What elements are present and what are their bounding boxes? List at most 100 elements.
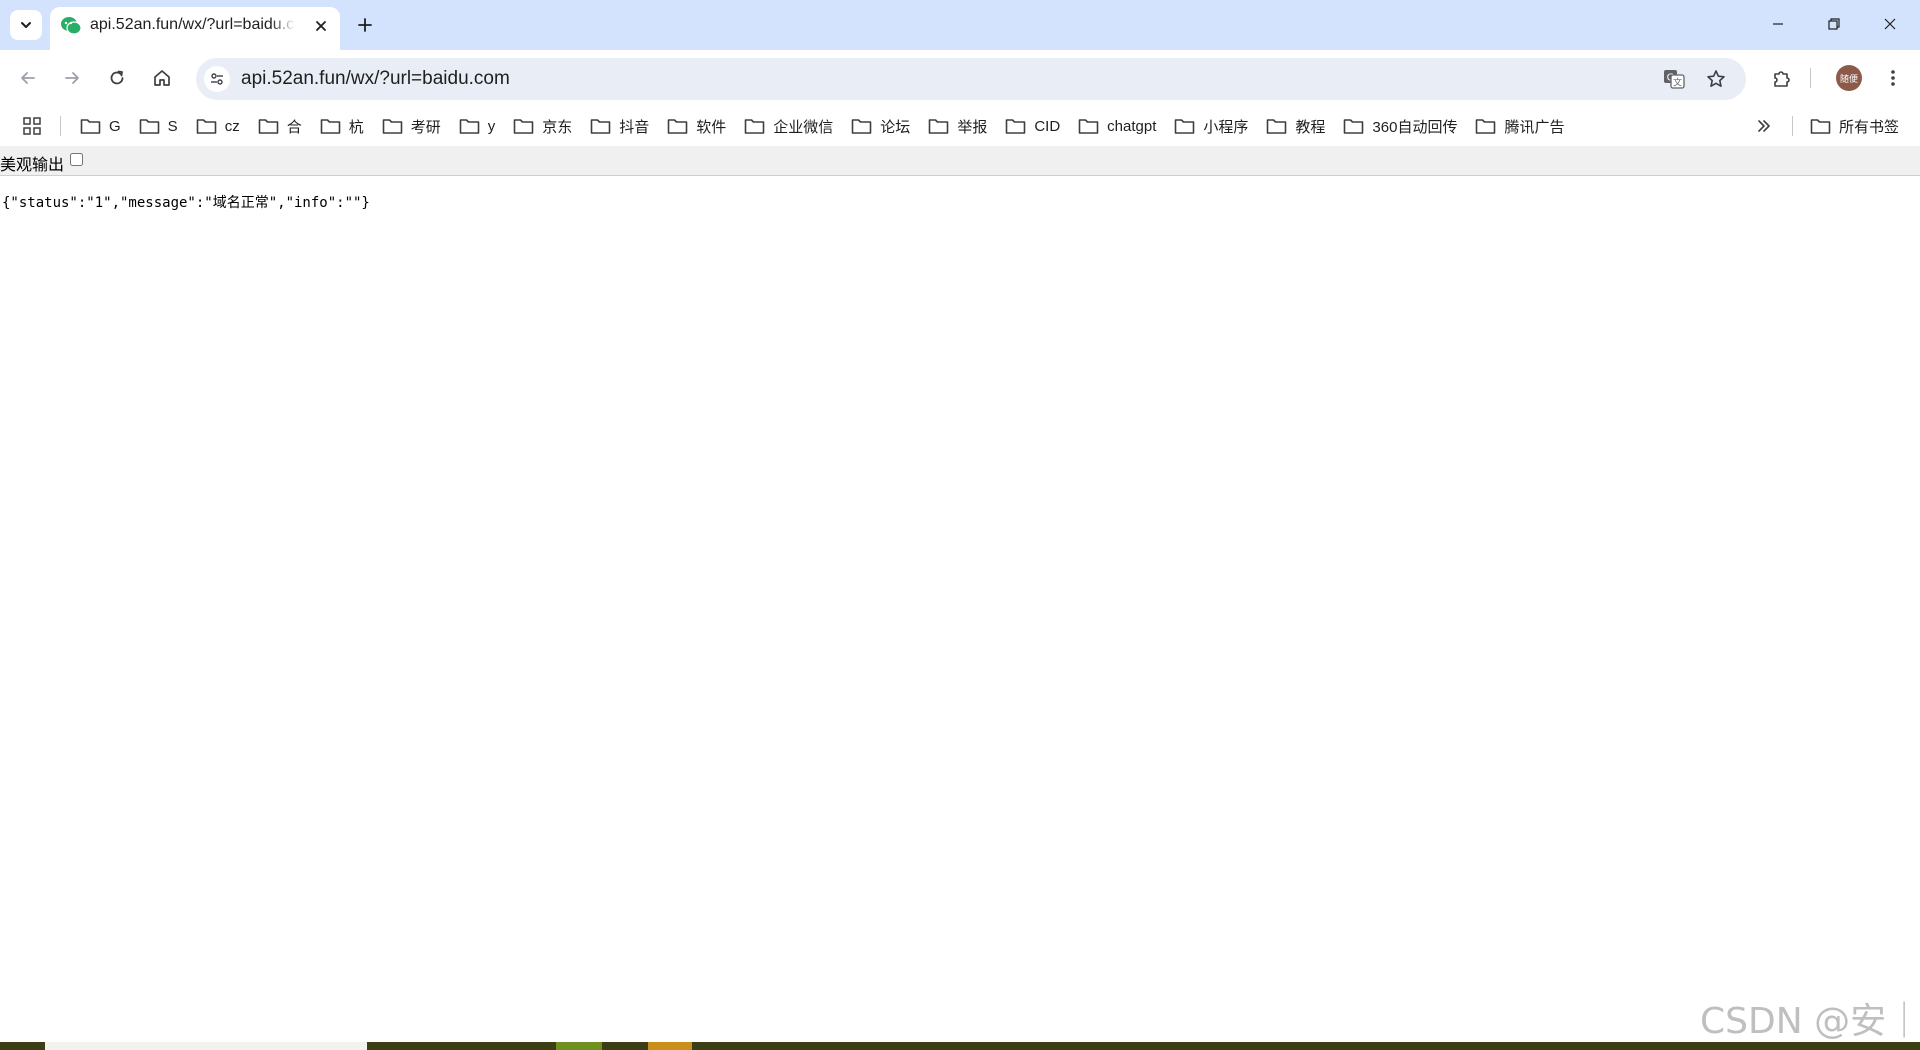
- folder-icon: [851, 119, 872, 134]
- bookmark-folder[interactable]: chatgpt: [1078, 110, 1156, 142]
- folder-icon: [590, 119, 611, 134]
- json-response-text: {"status":"1","message":"域名正常","info":""…: [2, 195, 370, 211]
- translate-button[interactable]: G 文: [1662, 67, 1686, 91]
- bookmark-folder-label: 小程序: [1203, 118, 1249, 136]
- tab-search-button[interactable]: [10, 10, 42, 40]
- bookmark-folder-label: 论坛: [880, 118, 911, 136]
- folder-icon: [320, 119, 341, 134]
- minimize-icon: [1773, 23, 1783, 25]
- bookmark-folder-label: G: [109, 117, 121, 135]
- folder-icon: [80, 119, 101, 134]
- toolbar-divider: [1810, 68, 1811, 88]
- url-text[interactable]: api.52an.fun/wx/?url=baidu.com: [241, 68, 510, 90]
- bookmark-folder-label: 腾讯广告: [1504, 118, 1565, 136]
- bookmark-folder[interactable]: 举报: [928, 110, 987, 142]
- bookmark-folder-label: 教程: [1295, 118, 1326, 136]
- bookmark-folder-label: 考研: [410, 118, 441, 136]
- more-vert-icon: [1891, 70, 1895, 86]
- bookmark-folder-label: 京东: [542, 118, 573, 136]
- close-window-button[interactable]: [1868, 8, 1912, 40]
- plus-icon: [358, 18, 372, 32]
- bookmark-folder[interactable]: 论坛: [851, 110, 910, 142]
- tab-title: api.52an.fun/wx/?url=baidu.com: [90, 16, 295, 33]
- arrow-right-icon: [65, 72, 79, 84]
- svg-text:文: 文: [1673, 77, 1682, 89]
- bookmark-folder[interactable]: 教程: [1266, 110, 1325, 142]
- bookmark-folder[interactable]: 考研: [382, 110, 441, 142]
- folder-icon: [1006, 119, 1026, 134]
- bookmark-folder-label: y: [487, 117, 496, 135]
- address-bar[interactable]: api.52an.fun/wx/?url=baidu.com G 文: [196, 58, 1746, 100]
- bookmark-folder-label: 杭: [348, 118, 364, 136]
- bookmark-folder[interactable]: 企业微信: [744, 110, 833, 142]
- profile-avatar[interactable]: 随便: [1836, 65, 1862, 91]
- bookmark-star-button[interactable]: [1704, 67, 1728, 91]
- new-tab-button[interactable]: [352, 12, 378, 38]
- menu-button[interactable]: [1879, 64, 1907, 92]
- bookmark-folder-label: 企业微信: [773, 118, 834, 136]
- pretty-print-bar: 美观输出: [0, 146, 1920, 176]
- bookmark-folder[interactable]: 腾讯广告: [1475, 110, 1564, 142]
- restore-button[interactable]: [1812, 8, 1856, 40]
- bookmark-folder[interactable]: G: [80, 110, 121, 142]
- star-icon: [1707, 70, 1725, 87]
- more-bookmarks-button[interactable]: [1752, 114, 1776, 138]
- browser-window: api.52an.fun/wx/?url=baidu.com api.52an.…: [0, 0, 1920, 1050]
- folder-icon: [139, 119, 159, 134]
- folder-icon: [459, 119, 480, 134]
- apps-grid-icon: [23, 117, 41, 135]
- chevron-down-icon: [21, 22, 31, 28]
- extensions-button[interactable]: [1768, 64, 1796, 92]
- all-bookmarks-button[interactable]: 所有书签: [1810, 110, 1899, 142]
- page-content: 美观输出 {"status":"1","message":"域名正常","inf…: [0, 146, 1920, 1042]
- minimize-button[interactable]: [1756, 8, 1800, 40]
- bookmark-folder[interactable]: 360自动回传: [1343, 110, 1457, 142]
- folder-icon: [744, 119, 765, 134]
- home-button[interactable]: [148, 64, 176, 92]
- folder-icon: [1175, 119, 1195, 134]
- bookmark-folder[interactable]: 杭: [320, 110, 364, 142]
- bookmark-folder[interactable]: 小程序: [1174, 110, 1248, 142]
- pretty-print-checkbox[interactable]: [70, 153, 83, 166]
- taskbar-segment: [648, 1042, 692, 1050]
- site-info-button[interactable]: [204, 66, 230, 92]
- all-bookmarks-label: 所有书签: [1839, 118, 1900, 136]
- folder-icon: [258, 119, 278, 134]
- bookmark-folder[interactable]: cz: [196, 110, 240, 142]
- taskbar-strip: [0, 1042, 1920, 1050]
- bookmark-folder[interactable]: S: [139, 110, 178, 142]
- wechat-icon: [61, 17, 82, 35]
- bookmark-folder-list: G Scz 合 杭 考研 y 京东 抖音 软件 企业微信 论坛 举报 CID chatgpt 小程序 教程 36…: [80, 106, 1564, 146]
- bookmark-folder-label: 抖音: [619, 118, 650, 136]
- close-window-icon: [1884, 18, 1896, 30]
- apps-button[interactable]: [20, 114, 44, 138]
- close-icon[interactable]: [312, 17, 330, 35]
- bookmark-folder-label: 软件: [696, 118, 727, 136]
- bookmark-folder-label: 360自动回传: [1372, 118, 1458, 136]
- bookmark-folder-label: cz: [224, 117, 240, 135]
- bookmark-folder[interactable]: y: [459, 110, 496, 142]
- bookmark-folder[interactable]: CID: [1005, 110, 1060, 142]
- folder-icon: [196, 119, 216, 134]
- reload-icon: [110, 70, 124, 85]
- arrow-left-icon: [21, 72, 35, 84]
- bookmarks-bar: G Scz 合 杭 考研 y 京东 抖音 软件 企业微信 论坛 举报 CID chatgpt 小程序 教程 36…: [0, 106, 1920, 146]
- bookmark-folder-label: S: [167, 117, 178, 135]
- bookmarks-divider-right: [1792, 116, 1793, 136]
- taskbar-segment: [45, 1042, 367, 1050]
- reload-button[interactable]: [103, 64, 131, 92]
- translate-icon: G 文: [1664, 70, 1685, 89]
- back-button[interactable]: [14, 64, 42, 92]
- restore-icon: [1828, 18, 1840, 30]
- bookmark-folder[interactable]: 合: [258, 110, 302, 142]
- folder-icon: [1476, 119, 1496, 134]
- folder-icon: [1344, 119, 1364, 134]
- folder-icon: [513, 119, 534, 134]
- active-tab[interactable]: api.52an.fun/wx/?url=baidu.com: [50, 7, 340, 50]
- navigation-toolbar: api.52an.fun/wx/?url=baidu.com G 文: [0, 50, 1920, 106]
- bookmark-folder[interactable]: 软件: [667, 110, 726, 142]
- folder-icon: [1267, 119, 1287, 134]
- bookmark-folder[interactable]: 抖音: [590, 110, 649, 142]
- forward-button[interactable]: [58, 64, 86, 92]
- bookmark-folder[interactable]: 京东: [513, 110, 572, 142]
